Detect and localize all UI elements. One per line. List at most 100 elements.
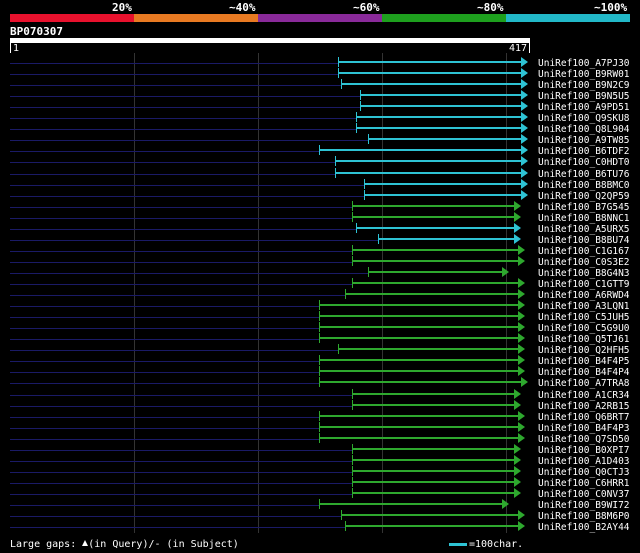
hit-segment[interactable] [356, 222, 516, 233]
hit-name[interactable]: UniRef100_C0S3E2 [538, 257, 630, 268]
hit-row[interactable]: UniRef100_C1G167 [0, 244, 640, 257]
hit-row[interactable]: UniRef100_B4F4P4 [0, 366, 640, 378]
hit-row[interactable]: UniRef100_Q2HFH5 [0, 344, 640, 356]
hit-segment[interactable] [318, 410, 519, 421]
hit-row[interactable]: UniRef100_A3LQN1 [0, 300, 640, 312]
hit-name[interactable]: UniRef100_C5G9U0 [538, 323, 630, 334]
hit-segment[interactable] [364, 178, 523, 189]
hit-row[interactable]: UniRef100_A9TW85 [0, 134, 640, 146]
hit-row[interactable]: UniRef100_B9N2C9 [0, 79, 640, 91]
hit-segment[interactable] [352, 200, 516, 211]
hit-segment[interactable] [318, 355, 519, 366]
hit-name[interactable]: UniRef100_C6HRR1 [538, 478, 630, 489]
hit-name[interactable]: UniRef100_B8BMC0 [538, 180, 630, 191]
hit-row[interactable]: UniRef100_A1D403 [0, 454, 640, 467]
hit-segment[interactable] [318, 377, 523, 388]
hit-name[interactable]: UniRef100_A3LQN1 [538, 301, 630, 312]
hit-name[interactable]: UniRef100_A7PJ30 [538, 58, 630, 69]
hit-row[interactable]: UniRef100_Q6BRT7 [0, 410, 640, 423]
hit-row[interactable]: UniRef100_B0XPI7 [0, 443, 640, 456]
hit-row[interactable]: UniRef100_B8BMC0 [0, 178, 640, 191]
hit-row[interactable]: UniRef100_Q2QP59 [0, 189, 640, 202]
hit-name[interactable]: UniRef100_C5JUH5 [538, 312, 630, 323]
hit-name[interactable]: UniRef100_Q2QP59 [538, 191, 630, 202]
hit-segment[interactable] [341, 79, 523, 90]
hit-row[interactable]: UniRef100_C0NV37 [0, 487, 640, 500]
hit-name[interactable]: UniRef100_B4F4P4 [538, 367, 630, 378]
hit-name[interactable]: UniRef100_Q8L904 [538, 124, 630, 135]
hit-segment[interactable] [318, 432, 519, 443]
hit-row[interactable]: UniRef100_B2AY44 [0, 521, 640, 533]
hit-name[interactable]: UniRef100_C1G167 [538, 246, 630, 257]
hit-name[interactable]: UniRef100_Q6BRT7 [538, 412, 630, 423]
hit-name[interactable]: UniRef100_Q7SD50 [538, 434, 630, 445]
hit-row[interactable]: UniRef100_A9PD51 [0, 101, 640, 113]
hit-segment[interactable] [345, 289, 519, 300]
hit-row[interactable]: UniRef100_Q5TJ61 [0, 333, 640, 345]
hit-segment[interactable] [318, 322, 519, 333]
hit-segment[interactable] [359, 90, 523, 101]
hit-name[interactable]: UniRef100_A1CR34 [538, 390, 630, 401]
hit-row[interactable]: UniRef100_C6HRR1 [0, 476, 640, 489]
hit-segment[interactable] [352, 465, 516, 476]
hit-name[interactable]: UniRef100_A9PD51 [538, 102, 630, 113]
hit-segment[interactable] [359, 101, 523, 112]
hit-row[interactable]: UniRef100_B8G4N3 [0, 266, 640, 279]
hit-segment[interactable] [352, 278, 519, 288]
hit-segment[interactable] [338, 344, 519, 355]
hit-row[interactable]: UniRef100_A6RWD4 [0, 289, 640, 301]
hit-name[interactable]: UniRef100_B6TU76 [538, 169, 630, 180]
hit-row[interactable]: UniRef100_B8NNC1 [0, 211, 640, 224]
hit-segment[interactable] [352, 476, 516, 487]
hit-segment[interactable] [352, 399, 516, 410]
hit-row[interactable]: UniRef100_A1CR34 [0, 388, 640, 401]
hit-segment[interactable] [352, 487, 516, 498]
hit-segment[interactable] [352, 454, 516, 465]
hit-name[interactable]: UniRef100_B8G4N3 [538, 268, 630, 279]
hit-row[interactable]: UniRef100_B6TDF2 [0, 145, 640, 157]
hit-row[interactable]: UniRef100_B6TU76 [0, 167, 640, 180]
hit-row[interactable]: UniRef100_Q0CTJ3 [0, 465, 640, 478]
hit-segment[interactable] [318, 499, 504, 509]
hit-row[interactable]: UniRef100_B4F4P5 [0, 355, 640, 367]
hit-name[interactable]: UniRef100_Q0CTJ3 [538, 467, 630, 478]
hit-segment[interactable] [345, 521, 519, 532]
hit-segment[interactable] [367, 134, 523, 145]
hit-row[interactable]: UniRef100_A7TRA8 [0, 377, 640, 389]
hit-segment[interactable] [378, 233, 516, 244]
hit-row[interactable]: UniRef100_C0HDT0 [0, 156, 640, 168]
hit-segment[interactable] [318, 300, 519, 311]
hit-name[interactable]: UniRef100_B4F4P3 [538, 423, 630, 434]
hit-segment[interactable] [338, 57, 523, 67]
hit-segment[interactable] [341, 510, 519, 521]
hit-row[interactable]: UniRef100_A2RB15 [0, 399, 640, 412]
hit-segment[interactable] [318, 145, 523, 156]
hit-segment[interactable] [356, 112, 523, 123]
hit-row[interactable]: UniRef100_B9N5U5 [0, 90, 640, 102]
hit-name[interactable]: UniRef100_C1GTT9 [538, 279, 630, 290]
hit-row[interactable]: UniRef100_B9WI72 [0, 499, 640, 511]
hit-name[interactable]: UniRef100_B0XPI7 [538, 445, 630, 456]
hit-segment[interactable] [356, 123, 523, 134]
hit-segment[interactable] [318, 333, 519, 344]
hit-segment[interactable] [318, 366, 519, 377]
hit-segment[interactable] [367, 266, 504, 277]
hit-name[interactable]: UniRef100_C0HDT0 [538, 157, 630, 168]
hit-name[interactable]: UniRef100_A5URX5 [538, 224, 630, 235]
hit-name[interactable]: UniRef100_B4F4P5 [538, 356, 630, 367]
hit-name[interactable]: UniRef100_Q9SKU8 [538, 113, 630, 124]
hit-segment[interactable] [352, 255, 519, 266]
hit-name[interactable]: UniRef100_C0NV37 [538, 489, 630, 500]
hit-name[interactable]: UniRef100_A7TRA8 [538, 378, 630, 389]
hit-row[interactable]: UniRef100_C5JUH5 [0, 311, 640, 323]
hit-row[interactable]: UniRef100_B9RW01 [0, 68, 640, 80]
hit-row[interactable]: UniRef100_B7G545 [0, 200, 640, 213]
hit-row[interactable]: UniRef100_Q7SD50 [0, 432, 640, 445]
hit-segment[interactable] [318, 421, 519, 432]
hit-name[interactable]: UniRef100_B9WI72 [538, 500, 630, 511]
hit-row[interactable]: UniRef100_Q8L904 [0, 123, 640, 135]
hit-row[interactable]: UniRef100_C1GTT9 [0, 278, 640, 290]
hit-name[interactable]: UniRef100_Q5TJ61 [538, 334, 630, 345]
hit-segment[interactable] [352, 244, 519, 255]
hit-row[interactable]: UniRef100_C0S3E2 [0, 255, 640, 268]
